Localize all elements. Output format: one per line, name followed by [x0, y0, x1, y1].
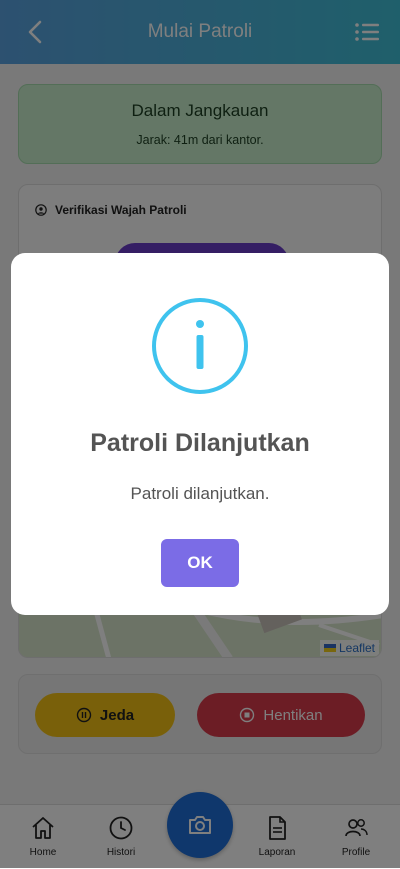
dialog-title: Patroli Dilanjutkan: [90, 429, 310, 457]
ok-button[interactable]: OK: [161, 539, 239, 587]
info-icon: [152, 298, 248, 394]
info-dialog: Patroli Dilanjutkan Patroli dilanjutkan.…: [11, 253, 389, 615]
dialog-message: Patroli dilanjutkan.: [130, 484, 270, 503]
